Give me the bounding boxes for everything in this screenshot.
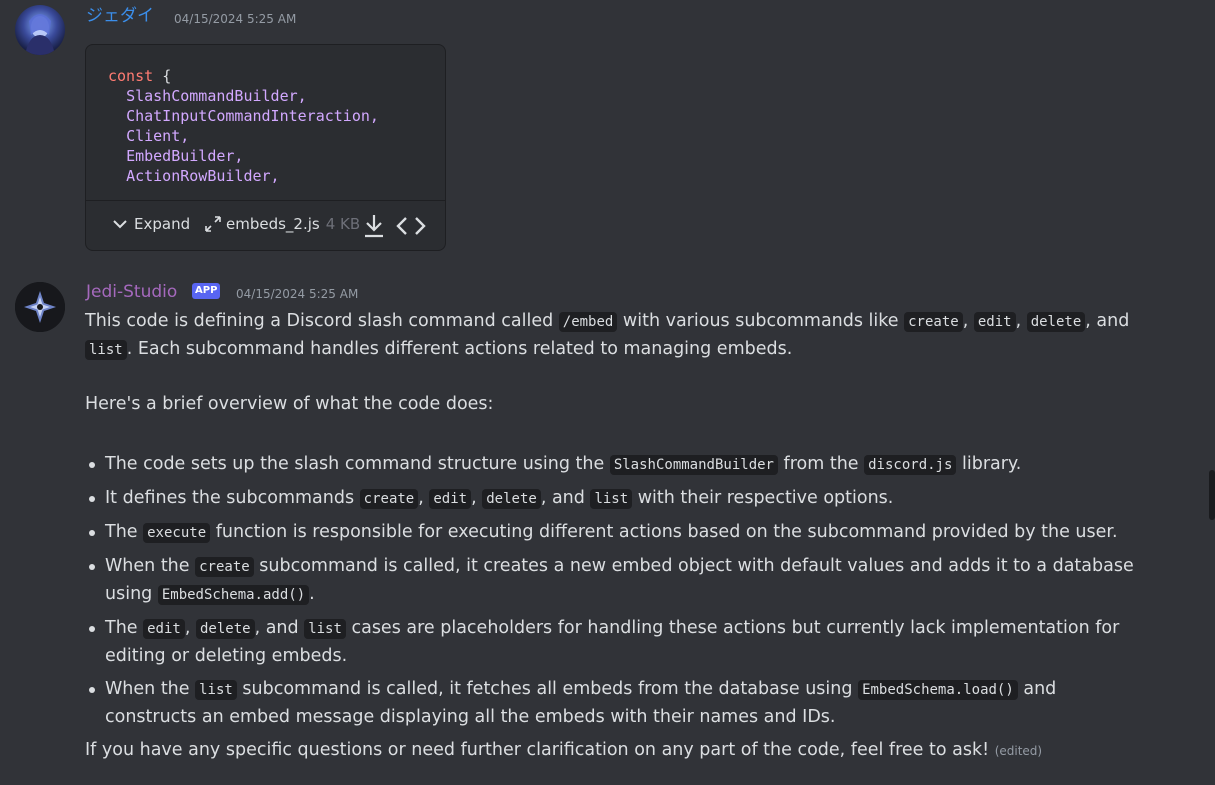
inline-code: /embed [558, 312, 618, 332]
text: If you have any specific questions or ne… [85, 740, 990, 760]
inline-code: edit [429, 489, 472, 509]
bullet-list: The code sets up the slash command struc… [85, 451, 1145, 731]
inline-code: delete [195, 619, 255, 639]
inline-code: delete [482, 489, 541, 509]
inline-code: list [195, 680, 237, 700]
chevron-down-icon [113, 220, 127, 229]
text: , [1015, 311, 1027, 331]
list-item: The execute function is responsible for … [85, 519, 1145, 547]
code-identifier: Client, [126, 127, 190, 145]
list-item: The code sets up the slash command struc… [85, 451, 1145, 479]
text: , [471, 488, 483, 508]
text: When the [105, 556, 196, 576]
text: The [105, 522, 144, 542]
inline-code: EmbedSchema.load() [858, 680, 1018, 700]
inline-code: discord.js [864, 455, 957, 475]
text: , [962, 311, 974, 331]
timestamp: 04/15/2024 5:25 AM [236, 287, 359, 301]
code-brace: { [162, 67, 172, 85]
inline-code: edit [973, 312, 1016, 332]
list-item: When the list subcommand is called, it f… [85, 676, 1145, 731]
avatar[interactable] [15, 282, 65, 332]
code-preview: const { SlashCommandBuilder, ChatInputCo… [108, 66, 379, 186]
inline-code: SlashCommandBuilder [609, 455, 778, 475]
inline-code: delete [1026, 312, 1086, 332]
username[interactable]: ジェダイ [86, 6, 154, 26]
text: The code sets up the slash command struc… [105, 454, 610, 474]
code-keyword: const [108, 67, 154, 85]
view-code-button[interactable] [396, 215, 426, 241]
text: This code is defining a Discord slash co… [85, 311, 559, 331]
attachment-footer: Expand embeds_2.js 4 KB [86, 200, 445, 250]
download-icon [365, 215, 383, 238]
text: from the [777, 454, 865, 474]
text: The [105, 618, 144, 638]
expand-label: Expand [134, 215, 191, 233]
text: with various subcommands like [617, 311, 905, 331]
timestamp: 04/15/2024 5:25 AM [174, 12, 297, 26]
inline-code: execute [143, 523, 211, 543]
code-identifier: EmbedBuilder, [126, 147, 244, 165]
inline-code: create [359, 489, 419, 509]
app-badge: APP [192, 283, 221, 299]
text: function is responsible for executing di… [210, 522, 1118, 542]
text: , and [1085, 311, 1130, 331]
text: with their respective options. [632, 488, 894, 508]
text: , [184, 618, 196, 638]
text: library. [956, 454, 1022, 474]
inline-code: list [85, 340, 127, 360]
inline-code: EmbedSchema.add() [157, 585, 310, 605]
text: subcommand is called, it fetches all emb… [236, 679, 859, 699]
message-content: This code is defining a Discord slash co… [85, 308, 1145, 765]
text: . [309, 584, 315, 604]
code-identifier: ChatInputCommandInteraction, [126, 107, 379, 125]
list-item: When the create subcommand is called, it… [85, 553, 1145, 609]
inline-code: list [590, 489, 633, 509]
overview-paragraph: Here's a brief overview of what the code… [85, 394, 494, 414]
file-name-link[interactable]: embeds_2.js 4 KB [204, 215, 360, 233]
inline-code: create [195, 557, 254, 577]
avatar[interactable] [15, 5, 65, 55]
code-identifier: ActionRowBuilder, [126, 167, 280, 185]
list-item: It defines the subcommands create, edit,… [85, 485, 1145, 513]
file-size: 4 KB [325, 215, 361, 233]
code-attachment: const { SlashCommandBuilder, ChatInputCo… [85, 44, 446, 251]
inline-code: create [904, 312, 963, 332]
scrollbar[interactable] [1209, 470, 1215, 520]
edited-label: (edited) [994, 744, 1043, 758]
intro-paragraph: This code is defining a Discord slash co… [85, 308, 1145, 364]
text: It defines the subcommands [105, 488, 360, 508]
text: . Each subcommand handles different acti… [126, 339, 793, 359]
expand-arrows-icon [205, 216, 221, 232]
inline-code: edit [143, 619, 185, 639]
text: When the [105, 679, 196, 699]
code-icon [396, 217, 426, 235]
inline-code: list [304, 619, 346, 639]
username[interactable]: Jedi-Studio [86, 282, 177, 302]
code-identifier: SlashCommandBuilder, [126, 87, 307, 105]
text: , and [254, 618, 305, 638]
list-item: The edit, delete, and list cases are pla… [85, 615, 1145, 670]
file-name[interactable]: embeds_2.js [226, 215, 320, 233]
download-button[interactable] [362, 213, 386, 243]
closing-paragraph: If you have any specific questions or ne… [85, 737, 1145, 765]
text: , [418, 488, 430, 508]
text: , and [540, 488, 591, 508]
expand-button[interactable]: Expand [112, 215, 190, 233]
